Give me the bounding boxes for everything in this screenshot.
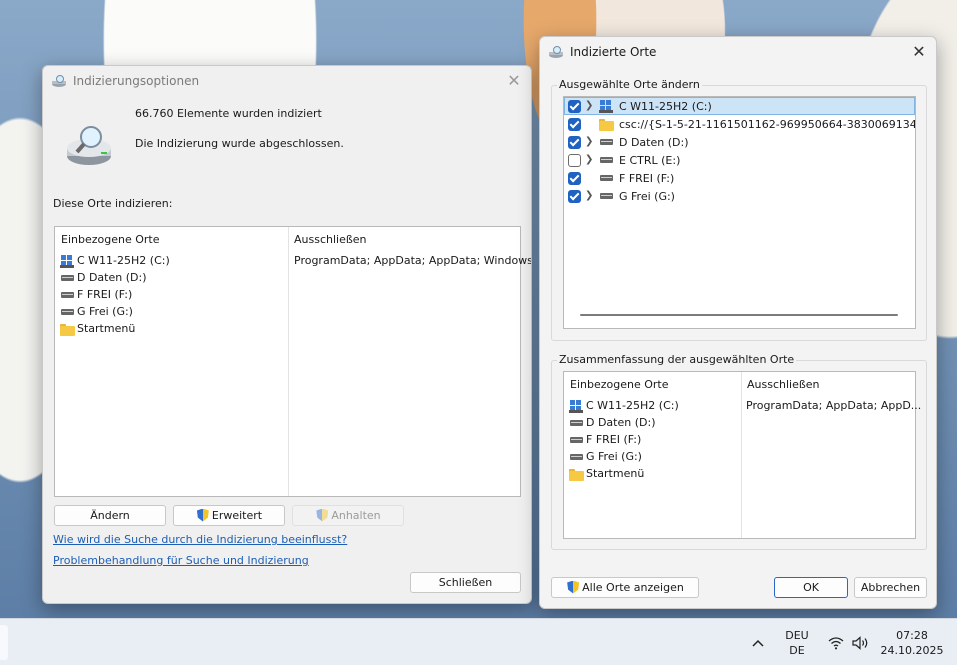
summary-list[interactable]: Einbezogene Orte Ausschließen C W11-25H2… xyxy=(563,371,921,539)
drive-icon xyxy=(599,153,615,167)
tree-item-label[interactable]: E CTRL (E:) xyxy=(619,154,680,167)
drive-icon xyxy=(60,305,76,319)
column-header-excluded[interactable]: Ausschließen xyxy=(747,378,820,391)
tree-item-label[interactable]: G Frei (G:) xyxy=(619,190,675,203)
troubleshoot-link[interactable]: Problembehandlung für Suche und Indizier… xyxy=(53,554,309,567)
cancel-button[interactable]: Abbrechen xyxy=(854,577,927,598)
tree-item-label[interactable]: F FREI (F:) xyxy=(619,172,674,185)
selected-row-highlight xyxy=(564,97,915,115)
indexing-drive-magnifier-icon xyxy=(67,126,111,165)
list-item[interactable]: C W11-25H2 (C:) xyxy=(569,397,679,414)
windows-drive-icon xyxy=(599,99,615,113)
uac-shield-icon xyxy=(315,509,329,523)
speaker-icon[interactable] xyxy=(852,635,870,650)
checkbox[interactable] xyxy=(568,190,581,203)
list-item[interactable]: Startmenü xyxy=(60,320,135,337)
folder-icon xyxy=(60,322,76,336)
checkbox[interactable] xyxy=(568,118,581,131)
drive-icon xyxy=(60,288,76,302)
checkbox[interactable] xyxy=(568,100,581,113)
close-icon[interactable]: ✕ xyxy=(908,41,930,63)
input-language-indicator[interactable]: DEU DE xyxy=(780,619,814,665)
clock[interactable]: 07:28 24.10.2025 xyxy=(876,619,948,665)
indexing-app-icon xyxy=(52,75,66,87)
window-title: Indizierungsoptionen xyxy=(73,74,200,88)
drive-icon xyxy=(599,189,615,203)
indexing-status-text: Die Indizierung wurde abgeschlossen. xyxy=(135,137,344,150)
column-header-included[interactable]: Einbezogene Orte xyxy=(61,233,159,246)
wifi-icon[interactable] xyxy=(828,636,844,650)
chevron-right-icon[interactable]: ❯ xyxy=(585,154,593,165)
locations-tree[interactable]: ❯ C W11-25H2 (C:) csc://{S-1-5-21-116150… xyxy=(563,96,916,329)
list-item[interactable]: F FREI (F:) xyxy=(569,431,641,448)
list-item[interactable]: G Frei (G:) xyxy=(60,303,133,320)
checkbox[interactable] xyxy=(568,172,581,185)
column-header-included[interactable]: Einbezogene Orte xyxy=(570,378,668,391)
group-label: Ausgewählte Orte ändern xyxy=(557,78,702,91)
taskbar: DEU DE 07:28 24.10.2025 xyxy=(0,618,957,665)
list-item[interactable]: Startmenü xyxy=(569,465,644,482)
windows-drive-icon xyxy=(569,399,585,413)
tree-item-label[interactable]: csc://{S-1-5-21-1161501162-969950664-383… xyxy=(619,118,915,131)
column-header-excluded[interactable]: Ausschließen xyxy=(294,233,367,246)
windows-drive-icon xyxy=(60,254,76,268)
group-label: Zusammenfassung der ausgewählten Orte xyxy=(557,353,797,366)
tree-item-label[interactable]: D Daten (D:) xyxy=(619,136,689,149)
taskbar-button[interactable] xyxy=(0,625,8,660)
modify-button[interactable]: Ändern xyxy=(54,505,166,526)
chevron-right-icon[interactable]: ❯ xyxy=(585,136,593,147)
drive-icon xyxy=(569,433,585,447)
list-item[interactable]: D Daten (D:) xyxy=(60,269,147,286)
system-tray-icons[interactable] xyxy=(824,619,874,665)
search-impact-link[interactable]: Wie wird die Suche durch die Indizierung… xyxy=(53,533,347,546)
drive-icon xyxy=(569,450,585,464)
chevron-right-icon[interactable]: ❯ xyxy=(585,100,593,111)
title-bar[interactable]: Indizierungsoptionen ✕ xyxy=(43,66,531,96)
tree-item-label[interactable]: C W11-25H2 (C:) xyxy=(619,100,712,113)
list-item[interactable]: C W11-25H2 (C:) xyxy=(60,252,170,269)
list-item[interactable]: G Frei (G:) xyxy=(569,448,642,465)
close-button[interactable]: Schließen xyxy=(410,572,521,593)
checkbox[interactable] xyxy=(568,154,581,167)
time-text: 07:28 xyxy=(896,628,928,642)
indexing-app-icon xyxy=(549,46,563,58)
indexed-locations-list[interactable]: Einbezogene Orte Ausschließen C W11-25H2… xyxy=(54,226,531,497)
folder-icon xyxy=(569,467,585,481)
drive-icon xyxy=(599,171,615,185)
uac-shield-icon xyxy=(196,509,210,523)
close-icon[interactable]: ✕ xyxy=(503,70,525,92)
horizontal-scrollbar[interactable] xyxy=(580,314,898,316)
list-item[interactable]: D Daten (D:) xyxy=(569,414,656,431)
drive-icon xyxy=(599,135,615,149)
indexed-locations-dialog: Indizierte Orte ✕ Ausgewählte Orte änder… xyxy=(539,36,937,609)
title-bar[interactable]: Indizierte Orte ✕ xyxy=(540,37,936,67)
ok-button[interactable]: OK xyxy=(774,577,848,598)
uac-shield-icon xyxy=(566,581,580,595)
chevron-right-icon[interactable]: ❯ xyxy=(585,190,593,201)
excluded-cell: ProgramData; AppData; AppData; Windows xyxy=(294,254,532,267)
date-text: 24.10.2025 xyxy=(880,643,944,657)
pause-button[interactable]: Anhalten xyxy=(292,505,404,526)
window-title: Indizierte Orte xyxy=(570,45,657,59)
drive-icon xyxy=(60,271,76,285)
section-label: Diese Orte indizieren: xyxy=(53,197,173,210)
list-item[interactable]: F FREI (F:) xyxy=(60,286,132,303)
drive-icon xyxy=(569,416,585,430)
show-all-locations-button[interactable]: Alle Orte anzeigen xyxy=(551,577,699,598)
indexing-options-window: Indizierungsoptionen ✕ 66.760 Elemente w… xyxy=(42,65,532,604)
folder-icon xyxy=(599,117,615,131)
indexed-count-text: 66.760 Elemente wurden indiziert xyxy=(135,107,322,120)
show-hidden-icons-chevron-icon[interactable] xyxy=(748,619,768,665)
checkbox[interactable] xyxy=(568,136,581,149)
advanced-button[interactable]: Erweitert xyxy=(173,505,285,526)
excluded-cell: ProgramData; AppData; AppD... xyxy=(746,399,922,412)
